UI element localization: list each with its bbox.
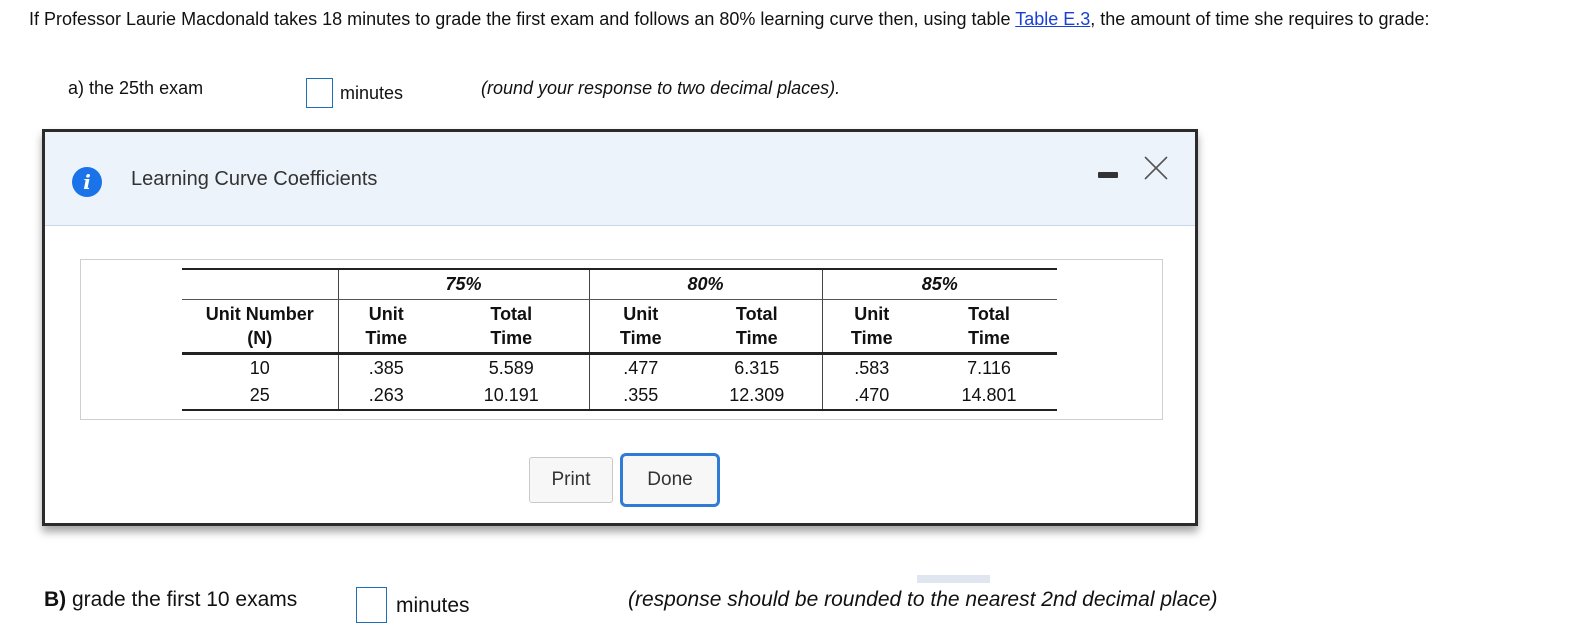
part-b-unit: minutes [396, 594, 470, 617]
cell-total-75: 5.589 [488, 358, 534, 378]
part-b-label: B) grade the first 10 exams [44, 588, 297, 612]
decorative-bar [917, 575, 990, 583]
coefficients-table: 75% 80% 85% Unit Number (N) Unit Time Tota… [182, 268, 1057, 411]
minimize-icon[interactable] [1098, 172, 1118, 178]
question-text-start: If Professor Laurie Macdonald takes 18 m… [29, 9, 1016, 29]
unit-time-header-80: Unit Time [588, 299, 692, 355]
cell-n: 10 [249, 358, 270, 378]
part-b-text: grade the first 10 exams [66, 588, 298, 611]
header-85: 85% [821, 268, 1057, 300]
header-80: 80% [588, 268, 822, 300]
part-b-answer-input[interactable] [356, 587, 387, 623]
part-a-unit: minutes [340, 83, 404, 103]
table-corner [182, 268, 338, 300]
total-time-header-80: Total Time [692, 299, 822, 355]
cell-unit-80: .477 [588, 353, 692, 382]
question-text: If Professor Laurie Macdonald takes 18 m… [29, 7, 1549, 31]
table-frame: 75% 80% 85% Unit Number (N) Unit Time Tota… [80, 259, 1163, 420]
done-button[interactable]: Done [620, 453, 720, 507]
cell-total-75: 10.191 [434, 382, 589, 411]
table-row: 25 .263 10.191 .355 12.309 .470 14.801 [182, 382, 1057, 411]
cell-unit-85: .583 [821, 353, 921, 382]
cell-total-80: 6.315 [734, 358, 780, 378]
part-b-letter: B) [44, 588, 67, 611]
print-button[interactable]: Print [529, 457, 613, 503]
table-row: 10 .385 5.589 .477 6.315 .583 7.116 [182, 353, 1057, 382]
close-icon[interactable] [1142, 154, 1170, 182]
cell-n: 25 [182, 382, 338, 411]
table-e3-link[interactable]: Table E.3 [1015, 9, 1090, 29]
unit-time-header-85: Unit Time [821, 299, 921, 355]
cell-unit-85: .470 [821, 382, 921, 411]
cell-total-85: 7.116 [967, 358, 1011, 378]
cell-total-85: 14.801 [921, 382, 1057, 411]
info-icon: i [72, 167, 102, 197]
cell-unit-80: .355 [588, 382, 692, 411]
dialog-title: Learning Curve Coefficients [131, 168, 378, 190]
part-a-label: a) the 25th exam [68, 78, 204, 98]
cell-unit-75: .385 [337, 353, 434, 382]
unit-time-header-75: Unit Time [337, 299, 434, 355]
part-b-hint: (response should be rounded to the neare… [628, 588, 1218, 611]
cell-total-80: 12.309 [692, 382, 822, 411]
question-text-end: , the amount of time she requires to gra… [1090, 9, 1430, 29]
unit-number-header: Unit Number (N) [182, 299, 338, 355]
total-time-header-85: Total Time [921, 299, 1057, 355]
cell-unit-75: .263 [337, 382, 434, 411]
dialog-header: i Learning Curve Coefficients [45, 132, 1195, 226]
learning-curve-dialog: i Learning Curve Coefficients 75% 80% 85… [42, 129, 1198, 526]
part-a-answer-input[interactable] [306, 78, 333, 108]
total-time-header-75: Total Time [434, 299, 589, 355]
part-a-hint: (round your response to two decimal plac… [481, 78, 841, 98]
header-75: 75% [337, 268, 589, 300]
